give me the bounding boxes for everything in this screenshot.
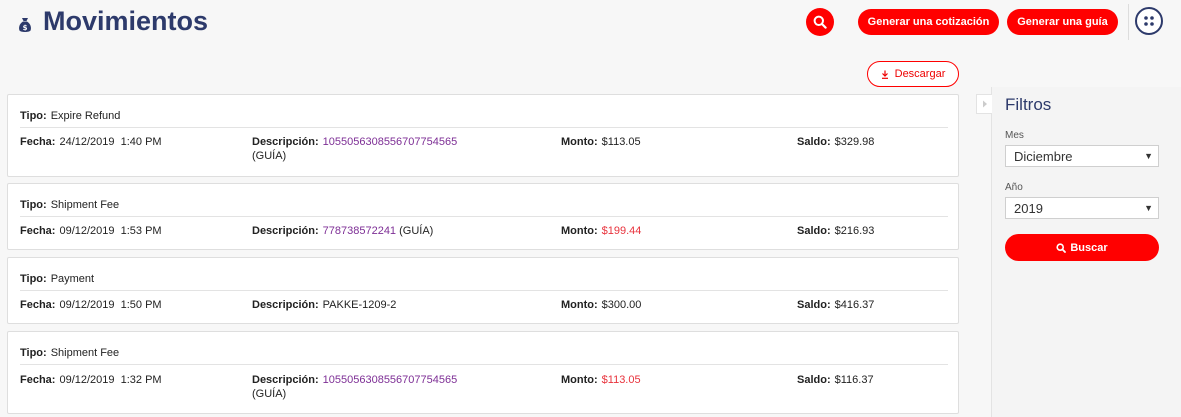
card-divider (20, 216, 948, 217)
movement-type: Tipo: Shipment Fee (20, 199, 120, 211)
year-select-value: 2019 (1014, 200, 1043, 216)
guide-link[interactable]: 778738572241 (323, 225, 396, 237)
caret-down-icon: ▼ (1144, 151, 1153, 161)
movement-date: Fecha: 09/12/2019 1:32 PM (20, 374, 162, 386)
svg-text:$: $ (23, 24, 28, 32)
movement-description: Descripción: 1055056308556707754565 (GUÍA) (252, 374, 458, 400)
apps-menu-button[interactable] (1135, 7, 1163, 35)
download-button[interactable]: Descargar (867, 61, 959, 87)
movement-description: Descripción: 1055056308556707754565 (GUÍA) (252, 136, 458, 162)
movement-type: Tipo: Expire Refund (20, 110, 121, 122)
download-label: Descargar (894, 68, 946, 80)
movement-balance: Saldo: $329.98 (797, 136, 875, 148)
movement-amount: Monto: $199.44 (561, 225, 642, 237)
movement-description: Descripción: PAKKE-1209-2 (252, 299, 397, 311)
movement-date: Fecha: 09/12/2019 1:50 PM (20, 299, 162, 311)
movement-balance: Saldo: $216.93 (797, 225, 875, 237)
movement-amount: Monto: $113.05 (561, 136, 641, 148)
search-filter-label: Buscar (1070, 241, 1108, 254)
movement-card: Tipo: Shipment Fee Fecha: 09/12/2019 1:53 … (7, 183, 959, 250)
search-button[interactable] (806, 8, 834, 36)
search-icon (1056, 242, 1067, 253)
page-header: $ Movimientos Generar una cotización Gen… (0, 0, 1181, 48)
movement-amount: Monto: $113.05 (561, 374, 641, 386)
month-select-value: Diciembre (1014, 148, 1073, 164)
card-divider (20, 364, 948, 365)
chevron-right-icon (982, 100, 987, 108)
movement-type: Tipo: Payment (20, 273, 95, 285)
movement-date: Fecha: 24/12/2019 1:40 PM (20, 136, 162, 148)
page-title: Movimientos (43, 6, 209, 36)
movement-amount: Monto: $300.00 (561, 299, 642, 311)
movement-card: Tipo: Payment Fecha: 09/12/2019 1:50 PM De… (7, 257, 959, 324)
panel-toggle-tab[interactable] (976, 94, 992, 114)
month-label: Mes (1005, 130, 1024, 141)
filters-title: Filtros (1005, 95, 1052, 114)
movement-date: Fecha: 09/12/2019 1:53 PM (20, 225, 162, 237)
month-select[interactable]: Diciembre ▼ (1005, 145, 1159, 167)
movement-balance: Saldo: $416.37 (797, 299, 875, 311)
movement-balance: Saldo: $116.37 (797, 374, 874, 386)
caret-down-icon: ▼ (1144, 203, 1153, 213)
year-select[interactable]: 2019 ▼ (1005, 197, 1159, 219)
header-divider (1128, 4, 1129, 40)
search-filter-button[interactable]: Buscar (1005, 234, 1159, 261)
download-icon (881, 70, 888, 79)
search-icon (813, 15, 827, 29)
grid-dots-icon (1144, 16, 1154, 26)
year-label: Año (1005, 182, 1023, 193)
title-wrap: $ Movimientos (17, 6, 208, 37)
generate-guide-button[interactable]: Generar una guía (1007, 9, 1118, 35)
generate-quote-button[interactable]: Generar una cotización (858, 9, 999, 35)
movement-description: Descripción: 778738572241 (GUÍA) (252, 225, 434, 237)
movement-card: Tipo: Shipment Fee Fecha: 09/12/2019 1:32 … (7, 331, 959, 414)
card-divider (20, 127, 948, 128)
movement-card: Tipo: Expire Refund Fecha: 24/12/2019 1:40… (7, 94, 959, 177)
card-divider (20, 290, 948, 291)
guide-link[interactable]: 1055056308556707754565 (323, 136, 458, 148)
guide-link[interactable]: 1055056308556707754565 (323, 374, 458, 386)
movement-type: Tipo: Shipment Fee (20, 347, 120, 359)
money-bag-icon: $ (19, 17, 31, 32)
